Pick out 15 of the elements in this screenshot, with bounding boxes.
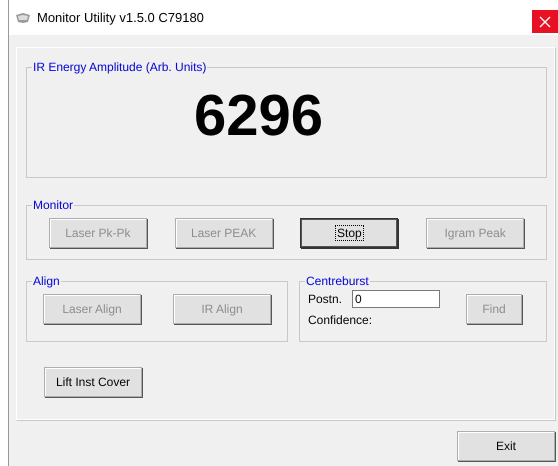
group-label: Centreburst — [305, 274, 370, 288]
group-label: Align — [32, 274, 61, 288]
group-label: IR Energy Amplitude (Arb. Units) — [32, 60, 208, 74]
close-button[interactable] — [532, 10, 558, 33]
app-icon — [15, 12, 31, 24]
lift-cover-button[interactable]: Lift Inst Cover — [44, 367, 142, 397]
confidence-label: Confidence: — [308, 313, 374, 327]
amplitude-value: 6296 — [194, 82, 324, 148]
close-icon — [539, 16, 551, 28]
window-title: Monitor Utility v1.5.0 C79180 — [37, 10, 204, 25]
position-label: Postn. — [308, 292, 344, 306]
position-field[interactable]: 0 — [352, 290, 440, 308]
monitor-button[interactable]: Stop — [300, 218, 398, 248]
group-label: Monitor — [32, 198, 74, 212]
exit-button[interactable]: Exit — [457, 431, 555, 461]
